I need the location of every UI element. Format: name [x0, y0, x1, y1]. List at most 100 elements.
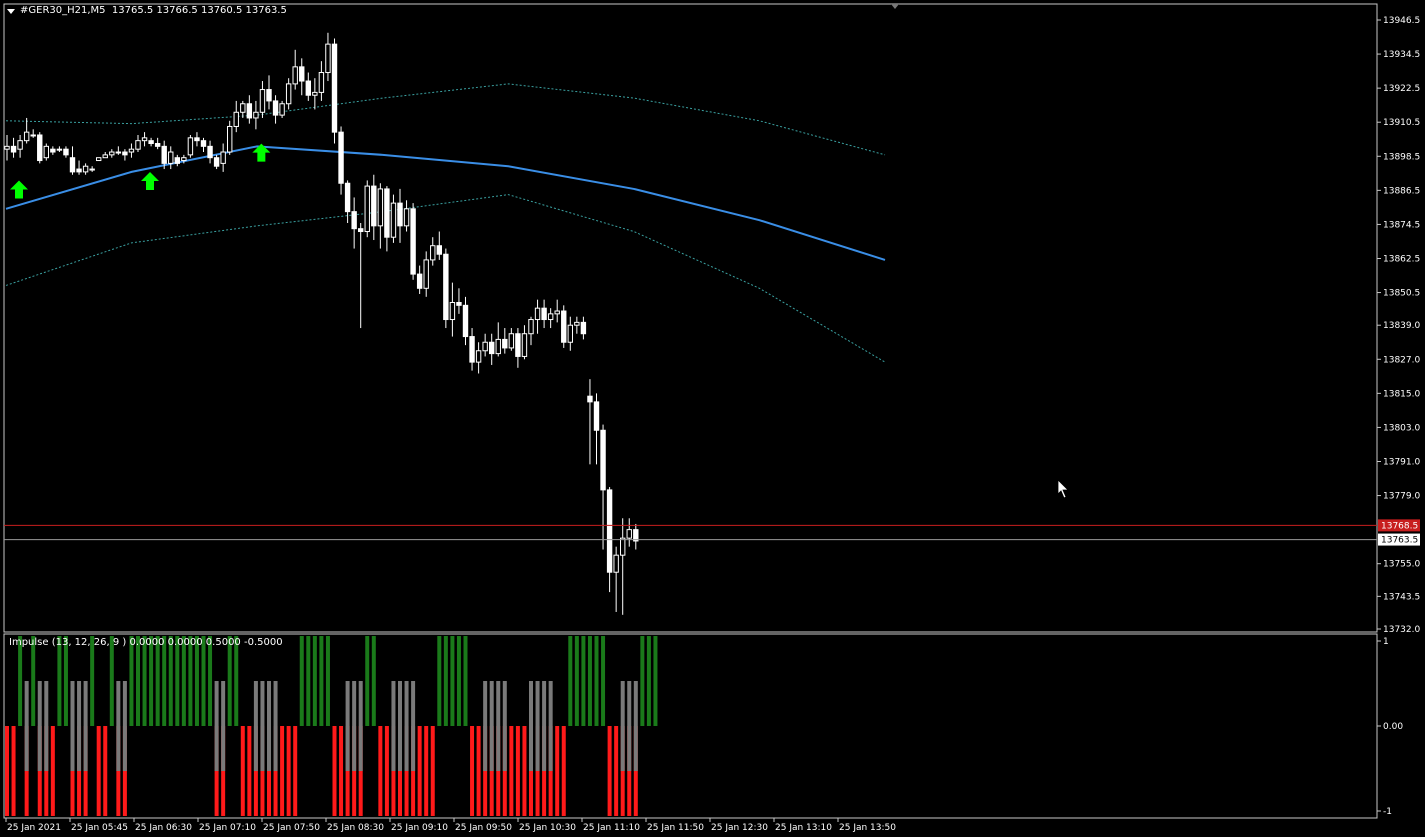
candle-body: [325, 43, 331, 74]
time-tick-label: 25 Jan 11:10: [583, 823, 640, 833]
candle-body: [449, 301, 456, 321]
candle-body: [521, 333, 528, 357]
candle-body: [89, 168, 95, 171]
impulse-bar: [201, 636, 206, 726]
price-axis[interactable]: 13946.5 13934.5 13922.5 13910.5 13898.5 13886…: [1377, 16, 1420, 817]
candle-body: [194, 137, 200, 142]
candle: [43, 143, 49, 161]
candle-body: [266, 89, 272, 102]
candle-body: [23, 131, 30, 142]
price-lines: [4, 524, 1377, 541]
candle: [449, 282, 456, 337]
price-tick-label: 13946.5: [1383, 16, 1420, 26]
impulse-neutral-bar: [352, 681, 357, 771]
impulse-bar: [90, 636, 95, 726]
time-axis[interactable]: 25 Jan 2021 25 Jan 05:45 25 Jan 06:30 25 Ja…: [5, 818, 896, 833]
candle: [528, 316, 534, 346]
time-tick-label: 25 Jan 05:45: [71, 823, 128, 833]
candle: [253, 100, 259, 130]
impulse-bar: [57, 636, 62, 726]
candle-body: [109, 151, 115, 156]
candle: [174, 154, 181, 167]
candle: [482, 333, 488, 357]
impulse-bar: [640, 636, 645, 726]
candle: [626, 518, 632, 547]
candle-body: [96, 157, 102, 162]
candle-body: [469, 336, 475, 363]
impulse-bar: [109, 636, 114, 726]
impulse-bar: [456, 636, 461, 726]
candle: [620, 518, 626, 615]
candle: [141, 132, 148, 147]
price-tick-label: 13743.5: [1383, 592, 1420, 602]
impulse-neutral-bar: [502, 681, 507, 771]
candle-body: [547, 313, 554, 321]
candle-body: [10, 145, 17, 153]
candle: [272, 95, 279, 124]
impulse-neutral-bar: [253, 681, 258, 771]
candle: [122, 149, 128, 161]
candle-body: [148, 140, 154, 145]
impulse-bar: [601, 636, 606, 726]
candle-body: [331, 43, 338, 133]
candle: [364, 180, 370, 238]
candle-body: [56, 148, 63, 151]
candle-body: [338, 131, 344, 184]
candle-body: [168, 151, 174, 164]
candle: [305, 72, 312, 101]
impulse-bar: [162, 636, 167, 726]
candle-body: [587, 395, 593, 403]
candle: [194, 132, 200, 147]
candle: [50, 146, 56, 155]
candle: [233, 100, 239, 133]
candle-body: [253, 111, 259, 119]
indicator-scale-label: 1: [1383, 637, 1389, 647]
up-arrow-icon: [10, 180, 28, 199]
candle-body: [377, 188, 384, 227]
impulse-bar: [142, 636, 147, 726]
candle-body: [141, 137, 148, 142]
candle-body: [227, 125, 233, 153]
impulse-bar: [594, 636, 599, 726]
candle: [515, 328, 521, 368]
candle: [495, 322, 501, 357]
chart-canvas[interactable]: 13946.5 13934.5 13922.5 13910.5 13898.5 13886…: [0, 0, 1425, 837]
candle: [384, 186, 390, 252]
time-tick-label: 25 Jan 08:30: [327, 823, 384, 833]
chart-menu-chevron-down-icon[interactable]: [7, 9, 15, 14]
impulse-bar: [325, 636, 330, 726]
candle: [554, 299, 560, 323]
chart-shift-marker[interactable]: [891, 4, 899, 9]
candle: [580, 316, 587, 340]
impulse-bar: [509, 726, 514, 816]
impulse-bar: [417, 726, 422, 816]
candle-body: [554, 310, 560, 315]
candle: [358, 223, 364, 329]
candle-body: [122, 151, 128, 156]
candle-body: [37, 134, 43, 162]
impulse-bar: [129, 636, 134, 726]
candle: [82, 163, 89, 175]
impulse-neutral-bar: [627, 681, 632, 771]
candle-body: [502, 338, 508, 349]
candle: [128, 143, 135, 158]
price-tick-label: 13755.0: [1383, 560, 1420, 570]
impulse-bar: [437, 636, 442, 726]
candle-body: [17, 140, 23, 150]
candle-body: [443, 253, 449, 321]
candle: [613, 546, 619, 612]
candle: [541, 299, 547, 329]
impulse-bar: [646, 636, 651, 726]
impulse-bar: [247, 726, 252, 816]
candle: [410, 203, 416, 280]
impulse-neutral-bar: [116, 681, 121, 771]
impulse-bar: [443, 636, 448, 726]
candle-body: [462, 304, 469, 338]
candle: [430, 237, 436, 266]
candle: [416, 265, 423, 294]
price-tick-label: 13886.5: [1383, 186, 1420, 196]
candle: [63, 146, 69, 158]
candle-body: [534, 307, 541, 321]
impulse-neutral-bar: [535, 681, 540, 771]
candle-body: [50, 148, 56, 153]
